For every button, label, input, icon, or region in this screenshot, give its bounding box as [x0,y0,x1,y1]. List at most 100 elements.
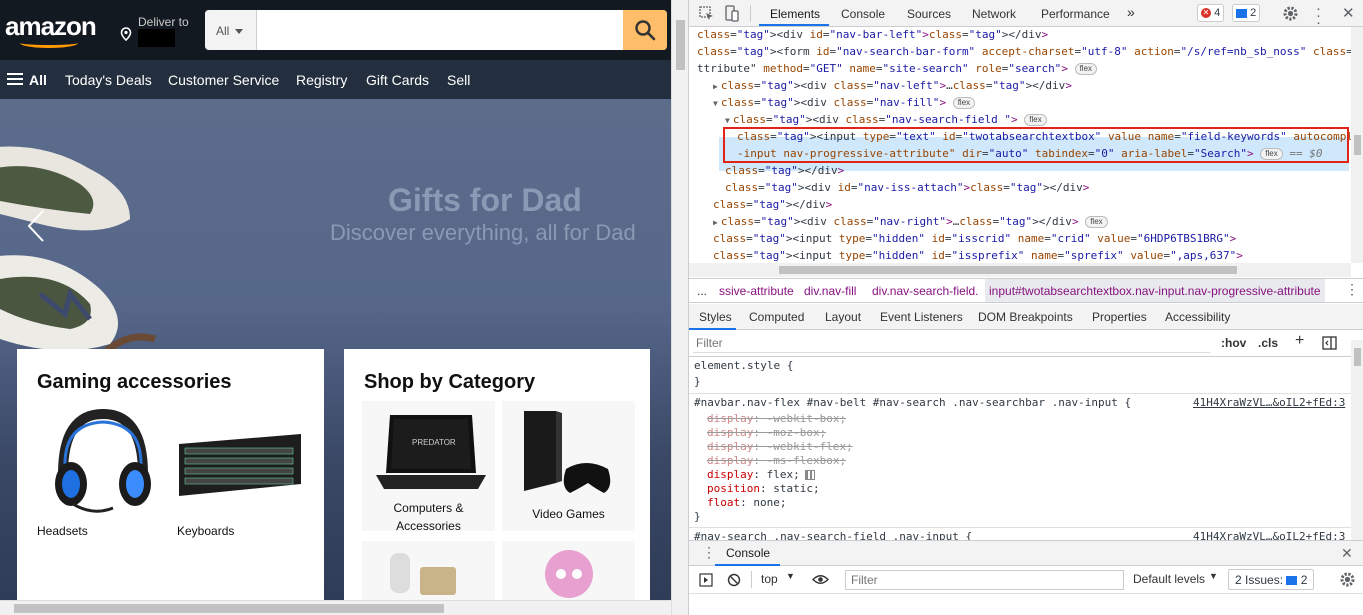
dom-line[interactable]: ▶ class="tag"><div class="nav-left">…clas… [713,77,1072,94]
horizontal-scrollbar[interactable] [0,600,671,615]
rule-selector[interactable]: #nav-search .nav-search-field .nav-input… [694,530,972,540]
css-property[interactable]: position: static; [707,482,820,496]
breadcrumb-item[interactable]: div.nav-fill [804,284,856,298]
search-category-dropdown[interactable]: All [205,10,257,50]
keyboard-image[interactable] [175,424,305,504]
close-drawer-icon[interactable]: ✕ [1341,545,1353,562]
show-sidebar-icon[interactable] [699,573,713,587]
styles-filter-input[interactable] [693,333,1211,353]
ellipsis-icon[interactable]: ⋮ [1345,281,1359,298]
nav-gift-cards-link[interactable]: Gift Cards [366,72,429,88]
dom-line[interactable]: ▼ class="tag"><div class="nav-search-fiel… [725,111,1047,128]
tab-network[interactable]: Network [972,7,1016,21]
scrollbar-thumb[interactable] [1354,135,1361,155]
dom-line[interactable]: class="tag"></div> [713,196,832,213]
css-property[interactable]: float: none; [707,496,787,510]
laptop-image[interactable]: PREDATOR [372,411,490,495]
breadcrumb-ellipsis[interactable]: ... [697,284,707,298]
dom-line[interactable]: class="tag"><form id="nav-search-bar-for… [697,43,1351,60]
console-settings-gear-icon[interactable] [1340,572,1355,587]
dom-line[interactable]: ▼ class="tag"><div class="nav-fill"> flex [713,94,976,111]
styles-pane[interactable]: element.style { } #navbar.nav-flex #nav-… [689,357,1351,540]
dom-line[interactable]: class="tag"></div> [725,162,844,179]
tab-styles[interactable]: Styles [699,310,732,324]
toy-doll-image[interactable] [534,544,604,600]
tab-console-drawer[interactable]: Console [726,546,770,560]
rule-selector[interactable]: #navbar.nav-flex #nav-belt #nav-search .… [694,396,1131,410]
scrollbar-thumb[interactable] [14,604,444,613]
hamburger-menu-icon[interactable] [7,73,23,85]
search-input[interactable] [257,10,623,50]
drawer-menu-icon[interactable]: ⋮ [702,544,716,561]
new-style-rule-icon[interactable]: + [1295,332,1304,350]
baby-monitor-image[interactable] [384,549,464,601]
nav-all-link[interactable]: All [29,72,47,88]
inspect-element-icon[interactable] [699,6,714,21]
tab-performance[interactable]: Performance [1041,7,1110,21]
toggle-sidebar-icon[interactable] [1322,336,1337,350]
headset-image[interactable] [43,404,155,516]
css-property[interactable]: display: -webkit-box; [707,412,846,426]
rule-source-link[interactable]: 41H4XraWzVL…&oIL2+fEd:3 [1193,396,1345,409]
search-button[interactable] [623,10,667,50]
breadcrumb-item-active[interactable]: input#twotabsearchtextbox.nav-input.nav-… [985,279,1325,302]
hov-toggle[interactable]: :hov [1221,336,1246,350]
cls-toggle[interactable]: .cls [1258,336,1278,350]
hero-banner[interactable]: Gifts for Dad Discover everything, all f… [0,99,671,615]
css-property[interactable]: display: -moz-box; [707,426,826,440]
tab-elements[interactable]: Elements [770,7,820,21]
console-image[interactable] [516,409,616,499]
tab-layout[interactable]: Layout [825,310,861,324]
issues-badge[interactable]: 2 [1232,4,1261,22]
css-property[interactable]: display: -webkit-flex; [707,440,853,454]
tile-keyboards-label[interactable]: Keyboards [177,524,234,538]
tab-console[interactable]: Console [841,7,885,21]
console-filter-input[interactable] [845,570,1124,590]
dom-line[interactable]: class="tag"><div id="nav-bar-left">class… [697,27,1048,43]
styles-vertical-scrollbar[interactable] [1351,340,1363,540]
nav-registry-link[interactable]: Registry [296,72,347,88]
eye-icon[interactable] [812,574,829,585]
tab-properties[interactable]: Properties [1092,310,1147,324]
scrollbar-thumb[interactable] [779,266,1237,274]
breadcrumb-item[interactable]: div.nav-search-field. [872,284,979,298]
clear-console-icon[interactable] [727,573,741,587]
gear-icon[interactable] [1283,6,1298,21]
vertical-scrollbar[interactable] [671,0,688,615]
device-toolbar-icon[interactable] [725,5,739,22]
dom-line[interactable]: class="tag"><input type="hidden" id="iss… [713,230,1236,247]
tab-accessibility[interactable]: Accessibility [1165,310,1230,324]
more-tabs-icon[interactable]: » [1127,4,1135,20]
tile-videogames-label[interactable]: Video Games [502,507,635,521]
errors-badge[interactable]: ✕ 4 [1197,4,1225,22]
deliver-to-label[interactable]: Deliver to [138,15,189,29]
tile-computers-label[interactable]: Computers & Accessories [362,499,495,535]
kebab-menu-icon[interactable]: · · · [1316,1,1321,30]
dom-line[interactable]: class="tag"><div id="nav-iss-attach">cla… [725,179,1089,196]
tab-computed[interactable]: Computed [749,310,804,324]
nav-todays-deals-link[interactable]: Today's Deals [65,72,152,88]
dom-vertical-scrollbar[interactable] [1351,27,1363,263]
tile-headsets-label[interactable]: Headsets [37,524,88,538]
dom-line[interactable]: class="tag"><input type="hidden" id="iss… [713,247,1243,263]
carousel-prev-arrow[interactable] [26,209,46,243]
context-selector[interactable]: top [761,572,778,586]
tab-dom-breakpoints[interactable]: DOM Breakpoints [978,310,1073,324]
log-levels-dropdown[interactable]: Default levels [1133,572,1205,586]
element-style-selector[interactable]: element.style { [694,359,793,373]
issues-button[interactable]: 2 Issues: 2 [1228,569,1315,590]
nav-customer-service-link[interactable]: Customer Service [168,72,279,88]
css-property[interactable]: display: -ms-flexbox; [707,454,846,468]
tab-event-listeners[interactable]: Event Listeners [880,310,963,324]
dom-line[interactable]: ttribute" method="GET" name="site-search… [697,60,1098,77]
scrollbar-thumb[interactable] [1354,348,1361,366]
tab-sources[interactable]: Sources [907,7,951,21]
breadcrumb-item[interactable]: ssive-attribute [719,284,794,298]
nav-sell-link[interactable]: Sell [447,72,470,88]
close-icon[interactable]: ✕ [1342,4,1355,22]
dom-line[interactable]: ▶ class="tag"><div class="nav-right">…cla… [713,213,1108,230]
scrollbar-thumb[interactable] [676,20,685,70]
dom-horizontal-scrollbar[interactable] [689,263,1351,277]
rule-source-link[interactable]: 41H4XraWzVL…&oIL2+fEd:3 [1193,530,1345,540]
flexbox-editor-icon[interactable] [804,470,815,480]
